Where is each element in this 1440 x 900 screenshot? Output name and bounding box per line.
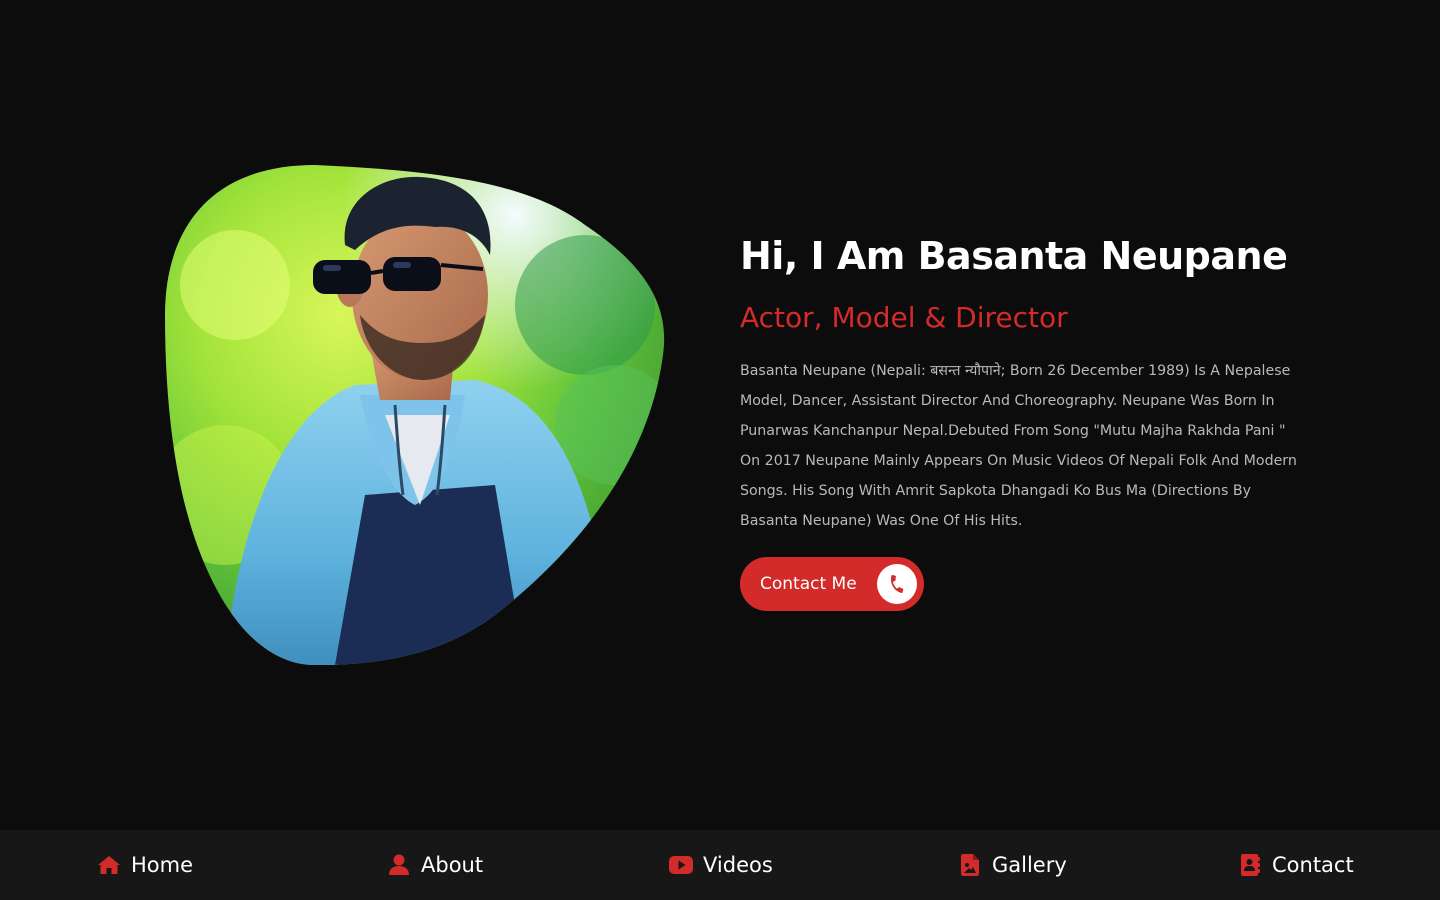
youtube-icon xyxy=(669,853,693,877)
role-subtitle: Actor, Model & Director xyxy=(740,301,1068,334)
nav-item-about-label: About xyxy=(421,853,484,877)
hero-section: Hi, I Am Basanta Neupane Actor, Model & … xyxy=(0,0,1440,830)
page-title: Hi, I Am Basanta Neupane xyxy=(740,234,1288,278)
nav-item-home[interactable]: Home xyxy=(97,830,193,900)
nav-item-gallery-label: Gallery xyxy=(992,853,1067,877)
image-file-icon xyxy=(958,853,982,877)
nav-item-about[interactable]: About xyxy=(387,830,483,900)
user-icon xyxy=(387,853,411,877)
profile-photo xyxy=(165,165,665,665)
address-book-icon xyxy=(1238,853,1262,877)
intro-block: Hi, I Am Basanta Neupane Actor, Model & … xyxy=(740,228,1300,611)
bottom-navigation: Home About Videos Gallery Contact xyxy=(0,830,1440,900)
bio-paragraph: Basanta Neupane (Nepali: बसन्त न्यौपाने;… xyxy=(740,363,1297,529)
nav-item-contact-label: Contact xyxy=(1272,853,1354,877)
profile-photo-blob xyxy=(165,165,665,665)
contact-me-label: Contact Me xyxy=(760,574,857,594)
nav-item-home-label: Home xyxy=(131,853,194,877)
phone-icon xyxy=(877,564,917,604)
nav-item-videos[interactable]: Videos xyxy=(669,830,773,900)
nav-item-gallery[interactable]: Gallery xyxy=(958,830,1067,900)
nav-item-videos-label: Videos xyxy=(703,853,773,877)
nav-item-contact[interactable]: Contact xyxy=(1238,830,1354,900)
home-icon xyxy=(97,853,121,877)
contact-me-button[interactable]: Contact Me xyxy=(740,557,924,611)
